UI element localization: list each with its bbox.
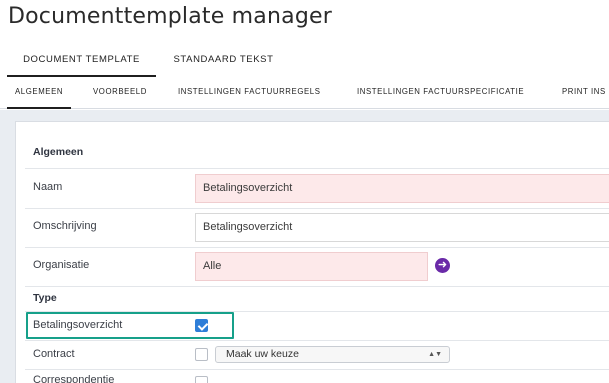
omschrijving-field[interactable]: Betalingsoverzicht	[195, 213, 609, 242]
divider	[25, 247, 609, 248]
section-heading-algemeen: Algemeen	[33, 146, 84, 158]
arrow-right-circle-icon[interactable]: ➜	[435, 258, 450, 273]
tab-voorbeeld[interactable]: VOORBEELD	[93, 78, 147, 109]
divider	[25, 208, 609, 209]
section-heading-type: Type	[33, 292, 57, 304]
organisatie-field[interactable]: Alle	[195, 252, 428, 281]
selection-highlight	[26, 312, 234, 339]
naam-field[interactable]: Betalingsoverzicht	[195, 174, 609, 203]
tab-document-template[interactable]: DOCUMENT TEMPLATE	[7, 47, 156, 77]
label-naam: Naam	[33, 181, 63, 193]
tab-standaard-tekst[interactable]: STANDAARD TEKST	[156, 47, 291, 77]
label-organisatie: Organisatie	[33, 259, 90, 271]
page-title: Documenttemplate manager	[8, 4, 332, 29]
primary-tabs: DOCUMENT TEMPLATE STANDAARD TEKST	[0, 47, 609, 77]
secondary-tabs: ALGEMEEN VOORBEELD INSTELLINGEN FACTUURR…	[0, 78, 609, 109]
tab-algemeen[interactable]: ALGEMEEN	[7, 78, 72, 109]
label-omschrijving: Omschrijving	[33, 220, 97, 232]
divider	[25, 168, 609, 169]
contract-select[interactable]: Maak uw keuze ▲▼	[215, 346, 450, 363]
contract-checkbox[interactable]	[195, 348, 208, 361]
label-contract: Contract	[33, 348, 75, 360]
divider	[25, 286, 609, 287]
tab-instellingen-factuurspecificatie[interactable]: INSTELLINGEN FACTUURSPECIFICATIE	[357, 78, 524, 109]
correspondentie-checkbox[interactable]	[195, 376, 208, 383]
label-correspondentie: Correspondentie	[33, 374, 115, 383]
tab-print-instellingen[interactable]: PRINT INS	[562, 78, 606, 109]
tab-instellingen-factuurregels[interactable]: INSTELLINGEN FACTUURREGELS	[178, 78, 321, 109]
divider	[25, 369, 609, 370]
chevron-updown-icon: ▲▼	[428, 351, 442, 358]
contract-select-value: Maak uw keuze	[226, 348, 299, 360]
divider	[25, 340, 609, 341]
